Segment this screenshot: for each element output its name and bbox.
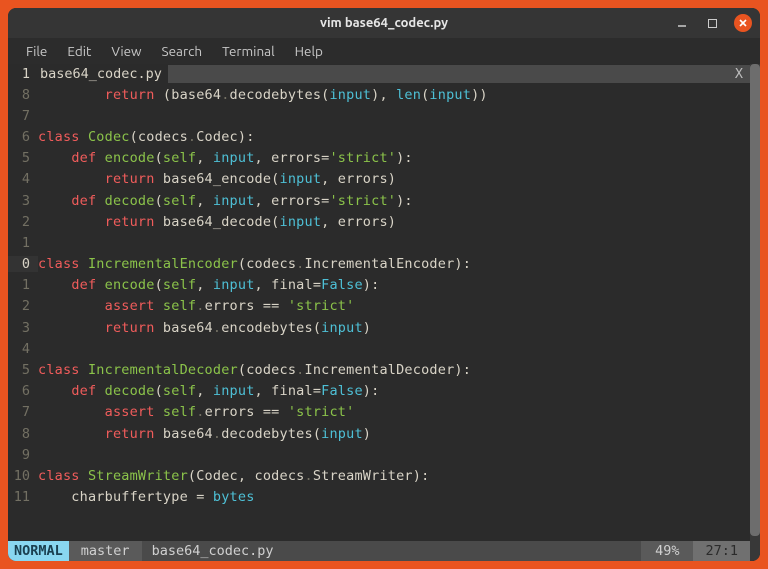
line-content: def decode(self, input, final=False): [38,383,379,399]
line-content: return base64.encodebytes(input) [38,320,371,336]
line-number: 8 [8,426,38,442]
line-number: 7 [8,108,38,124]
line-content: return base64_decode(input, errors) [38,214,396,230]
line-number: 6 [8,129,38,145]
line-number: 2 [8,214,38,230]
code-line: 10class StreamWriter(Codec, codecs.Strea… [8,465,750,486]
code-line: 9 [8,444,750,465]
line-content: assert self.errors == 'strict' [38,404,354,420]
line-number: 3 [8,193,38,209]
terminal-area: 1 base64_codec.py X 8 return (base64.dec… [8,64,760,561]
menu-view[interactable]: View [103,41,149,61]
line-content: class StreamWriter(Codec, codecs.StreamW… [38,468,429,484]
code-line: 1 def encode(self, input, final=False): [8,275,750,296]
code-line: 7 assert self.errors == 'strict' [8,402,750,423]
code-body[interactable]: 8 return (base64.decodebytes(input), len… [8,84,750,541]
line-number: 1 [8,235,38,251]
bufferline-spacer [168,65,728,83]
code-line: 8 return base64.decodebytes(input) [8,423,750,444]
status-percent: 49% [641,541,693,561]
line-number: 7 [8,404,38,420]
line-number: 10 [8,468,38,484]
line-number: 0 [8,256,38,272]
code-line: 1 [8,232,750,253]
line-content: return base64.decodebytes(input) [38,426,371,442]
titlebar: vim base64_codec.py [8,8,760,38]
line-number: 4 [8,341,38,357]
menubar: File Edit View Search Terminal Help [8,38,760,64]
code-line: 2 assert self.errors == 'strict' [8,296,750,317]
line-content: charbuffertype = bytes [38,489,255,505]
line-number: 9 [8,447,38,463]
code-line: 8 return (base64.decodebytes(input), len… [8,84,750,105]
line-content: return (base64.decodebytes(input), len(i… [38,87,488,103]
code-line: 3 return base64.encodebytes(input) [8,317,750,338]
line-content: assert self.errors == 'strict' [38,298,354,314]
code-line: 7 [8,105,750,126]
menu-file[interactable]: File [18,41,55,61]
scrollbar[interactable] [750,64,760,561]
close-button[interactable] [734,14,752,32]
code-line: 4 [8,338,750,359]
code-column: 1 base64_codec.py X 8 return (base64.dec… [8,64,750,561]
line-number: 1 [8,277,38,293]
code-line: 4 return base64_encode(input, errors) [8,169,750,190]
status-filename: base64_codec.py [142,541,642,561]
status-position: 27:1 [693,541,750,561]
code-line: 5 def encode(self, input, errors='strict… [8,148,750,169]
code-line: 6 def decode(self, input, final=False): [8,381,750,402]
line-content: class IncrementalEncoder(codecs.Incremen… [38,256,471,272]
maximize-button[interactable] [704,15,720,31]
minimize-button[interactable] [674,15,690,31]
line-number: 4 [8,171,38,187]
line-number: 6 [8,383,38,399]
line-number: 8 [8,87,38,103]
menu-search[interactable]: Search [154,41,211,61]
line-content: return base64_encode(input, errors) [38,171,396,187]
menu-edit[interactable]: Edit [59,41,99,61]
line-content: def decode(self, input, errors='strict')… [38,193,413,209]
menu-help[interactable]: Help [287,41,331,61]
bufferline: 1 base64_codec.py X [8,64,750,84]
line-content: def encode(self, input, errors='strict')… [38,150,413,166]
buffer-close-button[interactable]: X [728,65,750,83]
code-line: 2 return base64_decode(input, errors) [8,211,750,232]
line-content: class Codec(codecs.Codec): [38,129,255,145]
line-number: 5 [8,150,38,166]
buffer-name[interactable]: base64_codec.py [36,66,162,82]
window-controls [674,8,752,38]
scrollbar-thumb[interactable] [750,64,760,536]
menu-terminal[interactable]: Terminal [214,41,283,61]
code-line: 5class IncrementalDecoder(codecs.Increme… [8,359,750,380]
window-title: vim base64_codec.py [320,16,448,30]
code-line: 6class Codec(codecs.Codec): [8,126,750,147]
line-number: 3 [8,320,38,336]
status-branch: master [69,541,142,561]
code-line: 0class IncrementalEncoder(codecs.Increme… [8,254,750,275]
line-number: 5 [8,362,38,378]
code-line: 3 def decode(self, input, errors='strict… [8,190,750,211]
terminal-window: vim base64_codec.py File Edit View Searc… [8,8,760,561]
buffer-index: 1 [8,66,36,82]
statusline: NORMAL master base64_codec.py 49% 27:1 [8,541,750,561]
line-number: 2 [8,298,38,314]
line-number: 11 [8,489,38,505]
line-content: class IncrementalDecoder(codecs.Incremen… [38,362,471,378]
status-mode: NORMAL [8,541,69,561]
code-line: 11 charbuffertype = bytes [8,487,750,508]
line-content: def encode(self, input, final=False): [38,277,379,293]
